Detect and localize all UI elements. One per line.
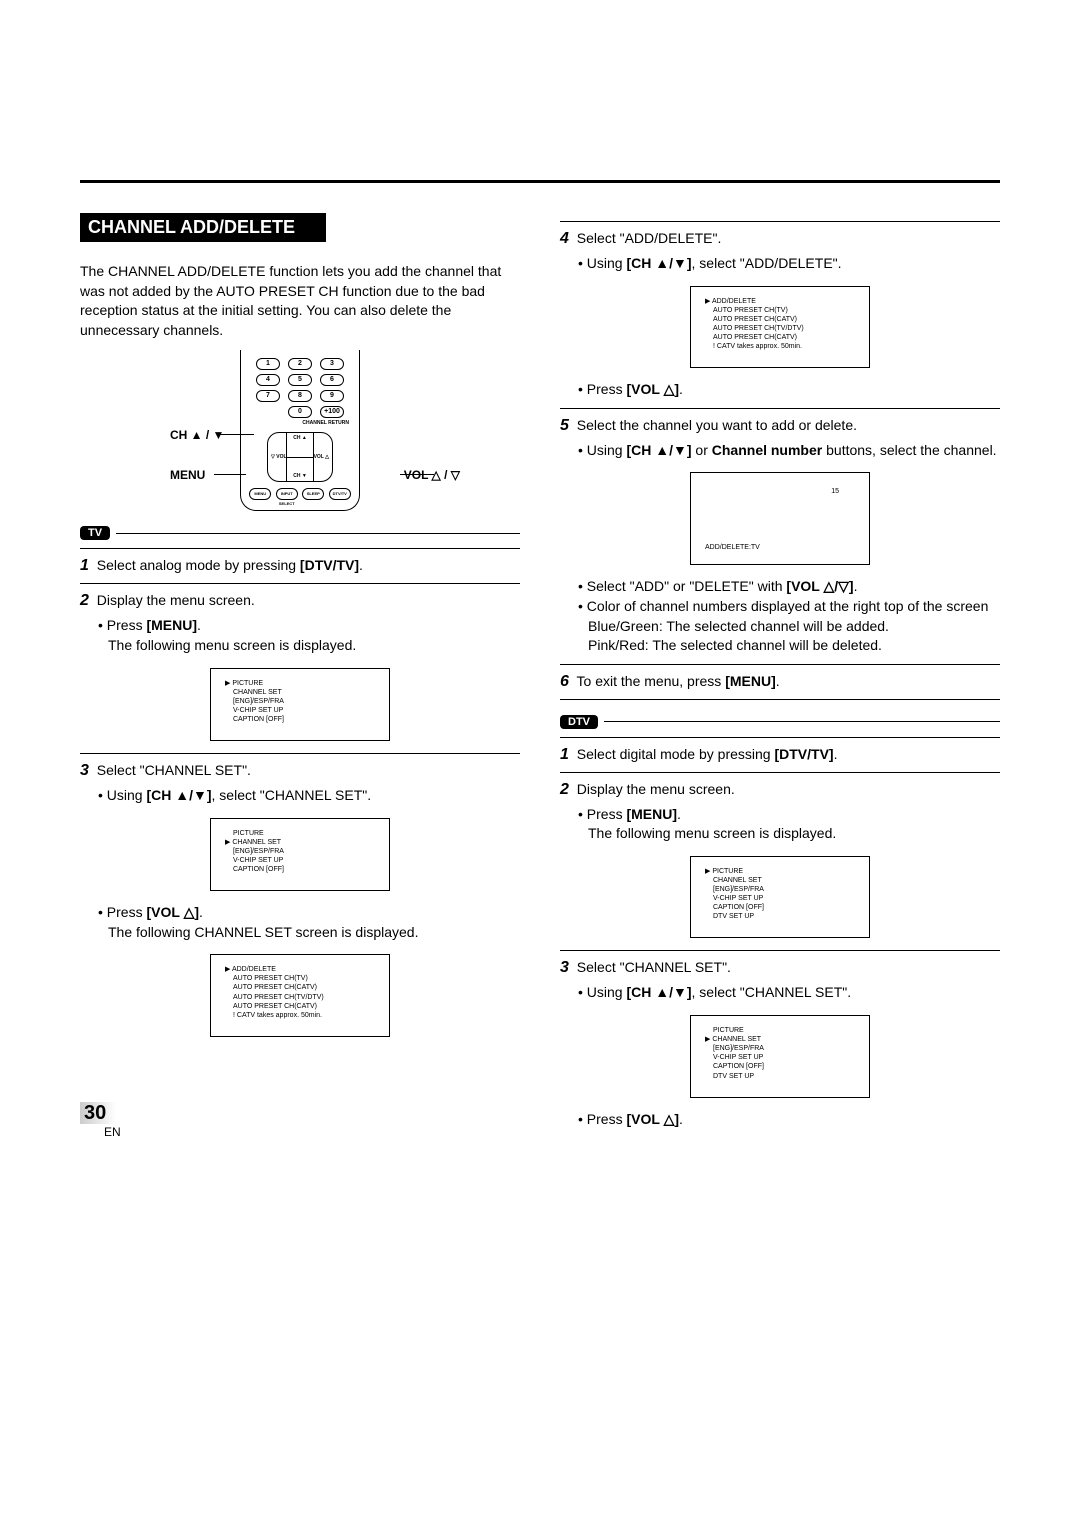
tv-tag: TV bbox=[80, 526, 110, 540]
tv-step-2a: Press [MENU]. bbox=[98, 616, 520, 636]
menu-screen-tv-selected: PICTURE ▶ CHANNEL SET [ENG]/ESP/FRA V-CH… bbox=[210, 818, 390, 891]
tv-step-1: 1 Select analog mode by pressing [DTV/TV… bbox=[80, 557, 520, 575]
num-key: 7 bbox=[256, 390, 280, 402]
tv-step-3a: Using [CH ▲/▼], select "CHANNEL SET". bbox=[98, 786, 520, 806]
step-4: 4 Select "ADD/DELETE". bbox=[560, 230, 1000, 248]
num-key: 8 bbox=[288, 390, 312, 402]
num-key: 6 bbox=[320, 374, 344, 386]
step-5c: Select "ADD" or "DELETE" with [VOL △/▽]. bbox=[578, 577, 1000, 597]
top-rule bbox=[80, 180, 1000, 183]
num-key: 4 bbox=[256, 374, 280, 386]
page-number: 30 EN bbox=[80, 1102, 121, 1139]
step-5: 5 Select the channel you want to add or … bbox=[560, 417, 1000, 435]
step-4a: Using [CH ▲/▼], select "ADD/DELETE". bbox=[578, 254, 1000, 274]
intro-text: The CHANNEL ADD/DELETE function lets you… bbox=[80, 262, 520, 340]
tiny-channel-return: CHANNEL RETURN bbox=[247, 420, 353, 426]
dtv-tag-line: DTV bbox=[560, 715, 1000, 729]
dtv-tag: DTV bbox=[560, 715, 598, 729]
step-4c: Press [VOL △]. bbox=[578, 380, 1000, 400]
right-column: 4 Select "ADD/DELETE". Using [CH ▲/▼], s… bbox=[560, 213, 1000, 1129]
num-key: 9 bbox=[320, 390, 344, 402]
menu-screen-dtv-selected: PICTURE ▶ CHANNEL SET [ENG]/ESP/FRA V-CH… bbox=[690, 1015, 870, 1098]
num-key: 1 bbox=[256, 358, 280, 370]
step-5e: Blue/Green: The selected channel will be… bbox=[588, 617, 1000, 637]
dtv-step-3c: Press [VOL △]. bbox=[578, 1110, 1000, 1130]
tv-step-3c: Press [VOL △]. bbox=[98, 903, 520, 923]
dtv-step-2a: Press [MENU]. bbox=[578, 805, 1000, 825]
remote-illustration: CH ▲ / ▼ MENU VOL △ / ▽ 1 2 3 4 5 6 7 8 bbox=[170, 350, 430, 511]
num-key: 0 bbox=[288, 406, 312, 418]
dtv-step-3a: Using [CH ▲/▼], select "CHANNEL SET". bbox=[578, 983, 1000, 1003]
tv-step-2b: The following menu screen is displayed. bbox=[108, 636, 520, 656]
remote-sleep-btn: SLEEP bbox=[302, 488, 324, 500]
tv-step-2: 2 Display the menu screen. bbox=[80, 592, 520, 610]
channel-set-screen: ▶ ADD/DELETE AUTO PRESET CH(TV) AUTO PRE… bbox=[210, 954, 390, 1037]
step-6: 6 To exit the menu, press [MENU]. bbox=[560, 673, 1000, 691]
remote-dtvtv-btn: DTV/TV bbox=[329, 488, 351, 500]
menu-screen-dtv: ▶ PICTURE CHANNEL SET [ENG]/ESP/FRA V-CH… bbox=[690, 856, 870, 939]
dpad-icon: CH ▲ CH ▼ ▽ VOL VOL △ bbox=[267, 432, 333, 482]
dtv-step-2b: The following menu screen is displayed. bbox=[588, 824, 1000, 844]
tv-step-3: 3 Select "CHANNEL SET". bbox=[80, 762, 520, 780]
left-column: CHANNEL ADD/DELETE The CHANNEL ADD/DELET… bbox=[80, 213, 520, 1129]
dtv-step-2: 2 Display the menu screen. bbox=[560, 781, 1000, 799]
remote-input-btn: INPUT SELECT bbox=[276, 488, 298, 500]
dtv-step-3: 3 Select "CHANNEL SET". bbox=[560, 959, 1000, 977]
step-5d: Color of channel numbers displayed at th… bbox=[578, 597, 1000, 617]
num-key: 3 bbox=[320, 358, 344, 370]
step-5a: Using [CH ▲/▼] or Channel number buttons… bbox=[578, 441, 1000, 461]
remote-label-menu: MENU bbox=[170, 468, 205, 482]
step-5f: Pink/Red: The selected channel will be d… bbox=[588, 636, 1000, 656]
remote-menu-btn: MENU bbox=[249, 488, 271, 500]
remote-label-ch: CH ▲ / ▼ bbox=[170, 428, 224, 442]
num-key: 5 bbox=[288, 374, 312, 386]
remote-label-vol: VOL △ / ▽ bbox=[404, 468, 460, 482]
tv-tag-line: TV bbox=[80, 526, 520, 540]
dtv-step-1: 1 Select digital mode by pressing [DTV/T… bbox=[560, 746, 1000, 764]
tv-step-3d: The following CHANNEL SET screen is disp… bbox=[108, 923, 520, 943]
num-key: +100 bbox=[320, 406, 344, 418]
add-delete-screen: ▶ ADD/DELETE AUTO PRESET CH(TV) AUTO PRE… bbox=[690, 286, 870, 369]
menu-screen-tv: ▶ PICTURE CHANNEL SET [ENG]/ESP/FRA V-CH… bbox=[210, 668, 390, 741]
section-title: CHANNEL ADD/DELETE bbox=[80, 213, 326, 242]
num-key: 2 bbox=[288, 358, 312, 370]
channel-number-screen: 15 ADD/DELETE:TV bbox=[690, 472, 870, 565]
